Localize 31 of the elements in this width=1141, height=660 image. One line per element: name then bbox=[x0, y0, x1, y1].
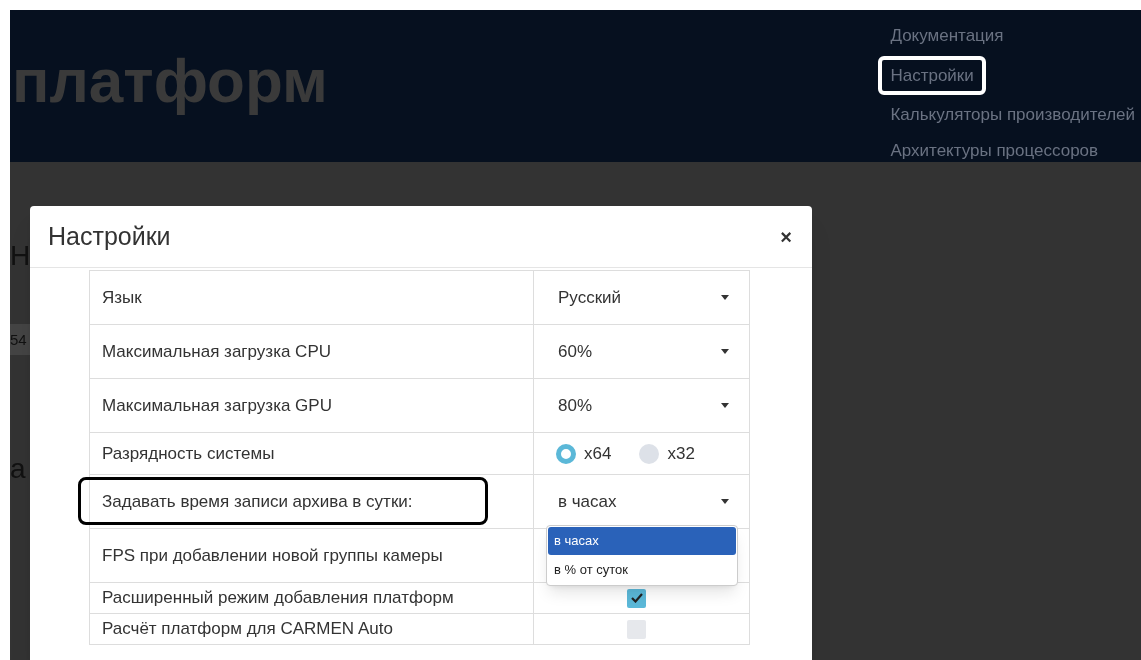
checkbox[interactable] bbox=[627, 588, 646, 608]
select-field[interactable]: 80% bbox=[546, 392, 737, 419]
close-button[interactable]: × bbox=[778, 226, 794, 247]
caret-icon bbox=[721, 499, 729, 504]
caret-icon bbox=[721, 349, 729, 354]
dialog-title: Настройки bbox=[48, 220, 171, 252]
row-label: Максимальная загрузка CPU bbox=[102, 340, 331, 363]
select-field[interactable]: в часах bbox=[546, 488, 737, 515]
checkbox[interactable] bbox=[627, 619, 646, 639]
radio-button[interactable] bbox=[556, 443, 576, 464]
row-label: Задавать время записи архива в сутки: bbox=[102, 490, 413, 513]
select-field[interactable]: 60% bbox=[546, 338, 737, 365]
nav-link[interactable]: Документация bbox=[890, 20, 1135, 52]
dropdown-option[interactable]: в часах bbox=[548, 527, 736, 555]
row-label: Язык bbox=[102, 286, 142, 309]
row-label: Расчёт платформ для CARMEN Auto bbox=[102, 618, 393, 641]
row-label: Максимальная загрузка GPU bbox=[102, 394, 332, 417]
radio-button[interactable] bbox=[639, 443, 660, 464]
check-icon bbox=[630, 593, 643, 603]
dropdown-option[interactable]: в % от суток bbox=[548, 554, 736, 584]
nav-link[interactable]: Архитектуры процессоров bbox=[890, 134, 1135, 166]
caret-icon bbox=[721, 403, 729, 408]
radio-label: x64 bbox=[584, 442, 612, 465]
select-field[interactable]: Русский bbox=[546, 284, 737, 311]
radio-label: x32 bbox=[667, 442, 695, 465]
nav-link[interactable]: Настройки bbox=[878, 55, 986, 95]
row-label: FPS при добавлении новой группы камеры bbox=[102, 544, 443, 567]
row-label: Расширенный режим добавления платформ bbox=[102, 587, 454, 610]
nav-link[interactable]: Калькуляторы производителей bbox=[890, 99, 1135, 131]
row-label: Разрядность системы bbox=[102, 442, 275, 465]
caret-icon bbox=[721, 295, 729, 300]
